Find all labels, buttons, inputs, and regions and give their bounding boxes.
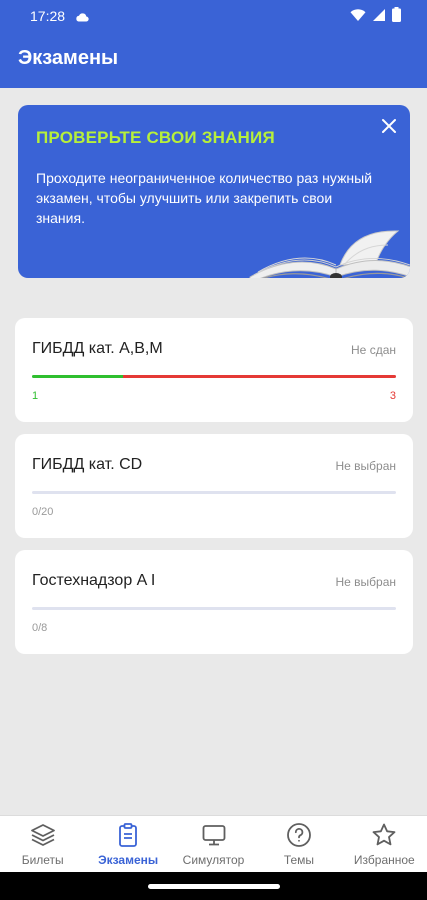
exam-card-abm[interactable]: ГИБДД кат. A,B,M Не сдан 1 3 — [15, 318, 413, 422]
nav-favorites[interactable]: Избранное — [342, 816, 427, 872]
question-icon — [286, 822, 312, 853]
clipboard-icon — [115, 822, 141, 853]
signal-icon — [373, 8, 385, 21]
progress-correct-segment — [32, 375, 123, 378]
nav-exams[interactable]: Экзамены — [85, 816, 170, 872]
exam-progress-bar — [32, 491, 396, 494]
battery-icon — [392, 7, 401, 22]
exam-status: Не выбран — [335, 459, 396, 473]
exam-card-cd[interactable]: ГИБДД кат. CD Не выбран 0/20 — [15, 434, 413, 538]
star-icon — [371, 822, 397, 853]
status-icons — [350, 7, 401, 22]
nav-label: Темы — [283, 853, 315, 867]
nav-topics[interactable]: Темы — [256, 816, 341, 872]
layers-icon — [30, 822, 56, 853]
gesture-bar — [0, 872, 427, 900]
correct-count: 1 — [32, 390, 39, 402]
nav-tickets[interactable]: Билеты — [0, 816, 85, 872]
exam-progress-bar — [32, 375, 396, 378]
promo-banner: ПРОВЕРЬТЕ СВОИ ЗНАНИЯ Проходите неограни… — [18, 105, 410, 278]
exam-name: Гостехнадзор A I — [32, 572, 156, 589]
nav-simulator[interactable]: Симулятор — [171, 816, 256, 872]
home-handle[interactable] — [148, 884, 280, 889]
nav-label: Экзамены — [98, 853, 159, 867]
close-icon[interactable] — [378, 115, 400, 137]
status-bar: 17:28 — [0, 0, 427, 32]
wifi-icon — [350, 8, 366, 21]
promo-text: Проходите неограниченное количество раз … — [36, 170, 373, 226]
exam-progress-count: 0/8 — [32, 622, 48, 634]
exam-status: Не выбран — [335, 575, 396, 589]
book-illustration — [248, 225, 410, 278]
page-title: Экзамены — [18, 47, 119, 69]
cloud-icon — [75, 9, 89, 25]
nav-label: Билеты — [21, 853, 64, 867]
exam-progress-count: 0/20 — [32, 506, 54, 518]
bottom-navigation: Билеты Экзамены Симулятор Темы Избранное — [0, 815, 427, 872]
top-bar: 17:28 Экзамены — [0, 0, 427, 88]
progress-wrong-segment — [123, 375, 396, 378]
exam-progress-bar — [32, 607, 396, 610]
nav-label: Избранное — [353, 853, 415, 867]
wrong-count: 3 — [389, 390, 396, 402]
promo-title: ПРОВЕРЬТЕ СВОИ ЗНАНИЯ — [36, 128, 275, 147]
exam-card-gostekhnadzor[interactable]: Гостехнадзор A I Не выбран 0/8 — [15, 550, 413, 654]
nav-label: Симулятор — [182, 853, 245, 867]
exam-name: ГИБДД кат. A,B,M — [32, 340, 163, 357]
monitor-icon — [201, 822, 227, 853]
exam-status: Не сдан — [351, 343, 396, 357]
status-time: 17:28 — [30, 8, 66, 24]
exam-name: ГИБДД кат. CD — [32, 456, 143, 473]
